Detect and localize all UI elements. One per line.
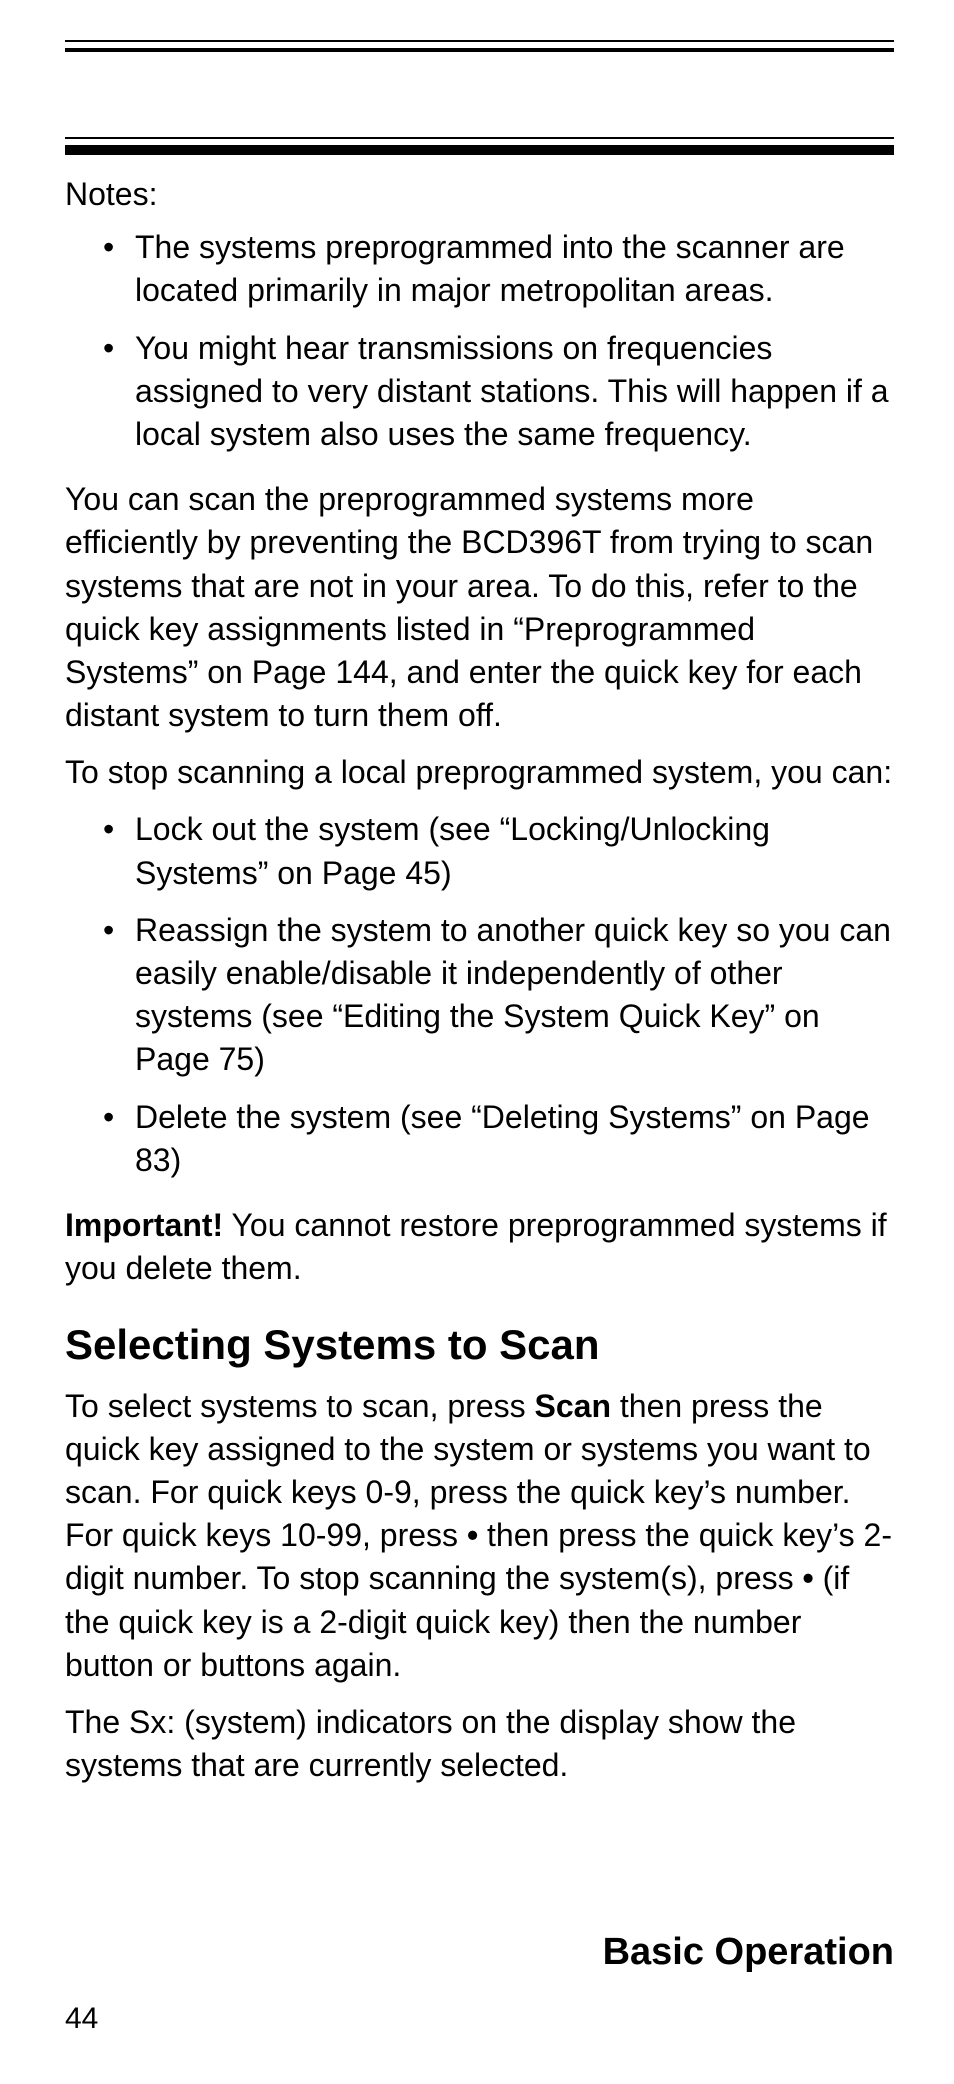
page-number: 44	[65, 2002, 98, 2036]
paragraph-select-systems: To select systems to scan, press Scan th…	[65, 1385, 894, 1687]
list-item: You might hear transmissions on frequenc…	[65, 327, 894, 457]
scan-button-label: Scan	[535, 1388, 611, 1424]
section-heading: Selecting Systems to Scan	[65, 1320, 894, 1370]
list-item: Reassign the system to another quick key…	[65, 909, 894, 1082]
rule-thick	[65, 145, 894, 155]
paragraph-sx-indicators: The Sx: (system) indicators on the displ…	[65, 1701, 894, 1787]
rule-thin	[65, 137, 894, 139]
notes-label: Notes:	[65, 173, 894, 216]
rule-thin	[65, 40, 894, 42]
important-note: Important! You cannot restore preprogram…	[65, 1204, 894, 1290]
list-item: Lock out the system (see “Locking/Unlock…	[65, 808, 894, 894]
dot-key-icon: •	[467, 1514, 478, 1557]
text-fragment: To select systems to scan, press	[65, 1388, 535, 1424]
rule-thick	[65, 48, 894, 52]
options-list: Lock out the system (see “Locking/Unlock…	[65, 808, 894, 1182]
second-rule-group	[65, 137, 894, 155]
important-label: Important!	[65, 1207, 223, 1243]
paragraph-efficient-scan: You can scan the preprogrammed systems m…	[65, 478, 894, 737]
top-rule-group	[65, 40, 894, 52]
paragraph-stop-scanning: To stop scanning a local preprogrammed s…	[65, 751, 894, 794]
dot-key-icon: •	[803, 1557, 814, 1600]
list-item: The systems preprogrammed into the scann…	[65, 226, 894, 312]
footer-section-title: Basic Operation	[603, 1931, 894, 1974]
notes-list: The systems preprogrammed into the scann…	[65, 226, 894, 456]
list-item: Delete the system (see “Deleting Systems…	[65, 1096, 894, 1182]
